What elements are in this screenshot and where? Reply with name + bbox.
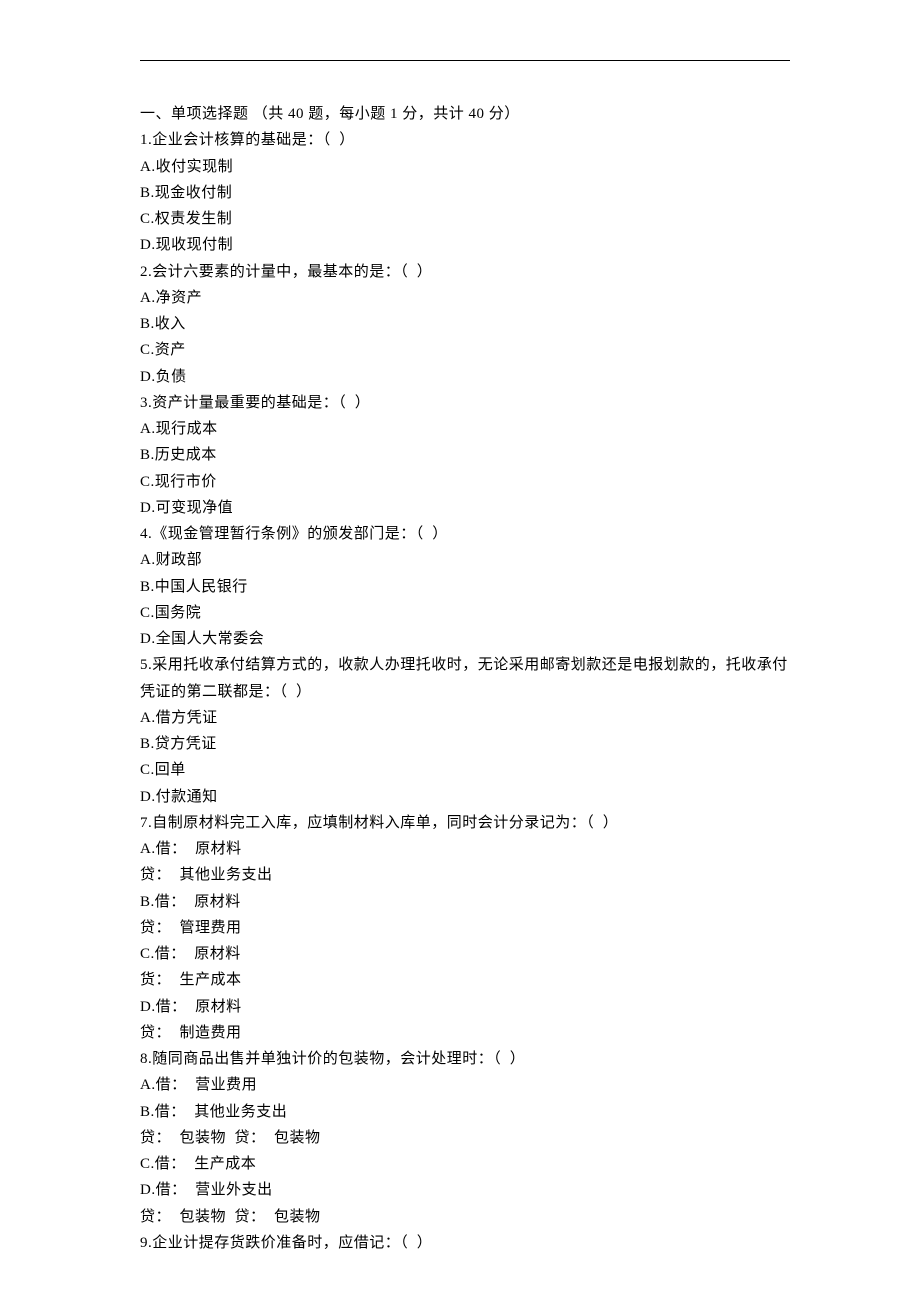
text-line: B.借： 其他业务支出 bbox=[140, 1099, 790, 1125]
text-line: 3.资产计量最重要的基础是：（ ） bbox=[140, 390, 790, 416]
text-line: 4.《现金管理暂行条例》的颁发部门是：（ ） bbox=[140, 521, 790, 547]
text-line: A.借： 原材料 bbox=[140, 836, 790, 862]
text-line: A.借： 营业费用 bbox=[140, 1072, 790, 1098]
text-line: 一、单项选择题 （共 40 题，每小题 1 分，共计 40 分） bbox=[140, 101, 790, 127]
text-line: A.财政部 bbox=[140, 547, 790, 573]
text-line: 8.随同商品出售并单独计价的包装物，会计处理时：（ ） bbox=[140, 1046, 790, 1072]
text-line: 1.企业会计核算的基础是：（ ） bbox=[140, 127, 790, 153]
text-line: B.贷方凭证 bbox=[140, 731, 790, 757]
text-line: D.全国人大常委会 bbox=[140, 626, 790, 652]
text-line: A.收付实现制 bbox=[140, 154, 790, 180]
text-line: C.现行市价 bbox=[140, 469, 790, 495]
document-page: 一、单项选择题 （共 40 题，每小题 1 分，共计 40 分） 1.企业会计核… bbox=[0, 0, 920, 1316]
page-divider bbox=[140, 60, 790, 61]
text-line: 贷： 制造费用 bbox=[140, 1020, 790, 1046]
text-line: C.权责发生制 bbox=[140, 206, 790, 232]
text-line: D.付款通知 bbox=[140, 784, 790, 810]
text-line: A.现行成本 bbox=[140, 416, 790, 442]
text-line: C.资产 bbox=[140, 337, 790, 363]
text-line: D.借： 原材料 bbox=[140, 994, 790, 1020]
text-line: D.现收现付制 bbox=[140, 232, 790, 258]
text-line: 5.采用托收承付结算方式的，收款人办理托收时，无论采用邮寄划款还是电报划款的，托… bbox=[140, 652, 790, 705]
text-line: 贷： 包装物 贷： 包装物 bbox=[140, 1125, 790, 1151]
text-line: D.借： 营业外支出 bbox=[140, 1177, 790, 1203]
text-line: 9.企业计提存货跌价准备时，应借记：（ ） bbox=[140, 1230, 790, 1256]
text-line: B.现金收付制 bbox=[140, 180, 790, 206]
document-body: 一、单项选择题 （共 40 题，每小题 1 分，共计 40 分） 1.企业会计核… bbox=[140, 101, 790, 1256]
text-line: 贷： 包装物 贷： 包装物 bbox=[140, 1204, 790, 1230]
text-line: C.借： 原材料 bbox=[140, 941, 790, 967]
text-line: D.负债 bbox=[140, 364, 790, 390]
text-line: B.历史成本 bbox=[140, 442, 790, 468]
text-line: C.回单 bbox=[140, 757, 790, 783]
text-line: 贷： 其他业务支出 bbox=[140, 862, 790, 888]
text-line: 货： 生产成本 bbox=[140, 967, 790, 993]
text-line: 贷： 管理费用 bbox=[140, 915, 790, 941]
text-line: B.收入 bbox=[140, 311, 790, 337]
text-line: D.可变现净值 bbox=[140, 495, 790, 521]
text-line: B.借： 原材料 bbox=[140, 889, 790, 915]
text-line: C.借： 生产成本 bbox=[140, 1151, 790, 1177]
text-line: 2.会计六要素的计量中，最基本的是：（ ） bbox=[140, 259, 790, 285]
text-line: C.国务院 bbox=[140, 600, 790, 626]
text-line: A.借方凭证 bbox=[140, 705, 790, 731]
text-line: A.净资产 bbox=[140, 285, 790, 311]
text-line: 7.自制原材料完工入库，应填制材料入库单，同时会计分录记为：（ ） bbox=[140, 810, 790, 836]
text-line: B.中国人民银行 bbox=[140, 574, 790, 600]
